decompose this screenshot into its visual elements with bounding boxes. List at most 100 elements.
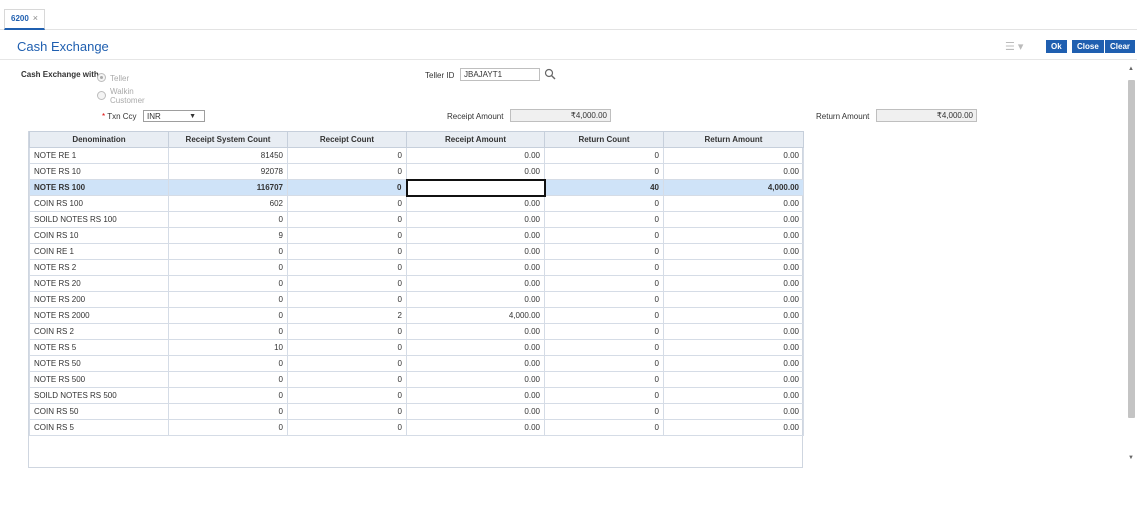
receipt-amount-cell[interactable]: 0.00 — [406, 243, 545, 260]
close-button[interactable]: Close — [1072, 40, 1104, 53]
table-row[interactable]: NOTE RS 20 0 0 0.00 0 0.00 — [29, 275, 804, 292]
receipt-count-cell[interactable]: 0 — [287, 211, 407, 228]
receipt-count-cell[interactable]: 0 — [287, 355, 407, 372]
return-count-cell[interactable]: 40 — [544, 179, 664, 196]
return-count-cell[interactable]: 0 — [544, 275, 664, 292]
receipt-count-cell[interactable]: 0 — [287, 403, 407, 420]
clear-button[interactable]: Clear — [1105, 40, 1136, 53]
receipt-amount-cell[interactable]: 0.00 — [406, 387, 545, 404]
table-row[interactable]: NOTE RS 2000 0 2 4,000.00 0 0.00 — [29, 307, 804, 324]
menu-icon[interactable]: ☰ ▾ — [1005, 42, 1031, 53]
receipt-amount-cell[interactable]: 0.00 — [406, 195, 545, 212]
table-row[interactable]: COIN RS 2 0 0 0.00 0 0.00 — [29, 323, 804, 340]
return-count-cell[interactable]: 0 — [544, 211, 664, 228]
receipt-amount-cell[interactable]: 0.00 — [406, 163, 545, 180]
col-return-count[interactable]: Return Count — [544, 131, 664, 148]
tab-6200[interactable]: 6200 × — [4, 9, 46, 30]
receipt-count-cell[interactable]: 0 — [287, 339, 407, 356]
vertical-scrollbar[interactable]: ▲ ▼ — [1126, 66, 1136, 461]
table-row[interactable]: NOTE RE 1 81450 0 0.00 0 0.00 — [29, 147, 804, 164]
close-icon[interactable]: × — [33, 13, 38, 23]
scroll-thumb[interactable] — [1128, 80, 1135, 418]
return-count-cell[interactable]: 0 — [544, 259, 664, 276]
receipt-amount-cell[interactable]: 0.00 — [406, 355, 545, 372]
return-amount-cell: 0.00 — [663, 339, 804, 356]
chevron-down-icon: ▼ — [189, 113, 196, 120]
return-count-cell[interactable]: 0 — [544, 355, 664, 372]
return-amount-cell: 0.00 — [663, 371, 804, 388]
receipt-amount-cell[interactable]: 0.00 — [406, 227, 545, 244]
receipt-amount-cell[interactable]: 0.00 — [406, 259, 545, 276]
receipt-amount-cell[interactable]: 0.00 — [406, 275, 545, 292]
table-row[interactable]: NOTE RS 500 0 0 0.00 0 0.00 — [29, 371, 804, 388]
receipt-count-cell[interactable]: 0 — [287, 291, 407, 308]
receipt-amount-cell[interactable]: 0.00 — [406, 211, 545, 228]
return-count-cell[interactable]: 0 — [544, 339, 664, 356]
radio-teller[interactable] — [97, 73, 106, 82]
table-row[interactable]: NOTE RS 10 92078 0 0.00 0 0.00 — [29, 163, 804, 180]
return-amount-cell: 4,000.00 — [663, 179, 804, 196]
search-icon[interactable] — [544, 68, 556, 80]
receipt-amount-cell[interactable] — [405, 178, 546, 197]
receipt-count-cell[interactable]: 0 — [287, 323, 407, 340]
scroll-down-icon[interactable]: ▼ — [1126, 455, 1136, 461]
table-row[interactable]: NOTE RS 2 0 0 0.00 0 0.00 — [29, 259, 804, 276]
denomination-cell: NOTE RS 10 — [29, 163, 169, 180]
receipt-amount-cell[interactable]: 0.00 — [406, 371, 545, 388]
receipt-amount-cell[interactable]: 4,000.00 — [406, 307, 545, 324]
receipt-count-cell[interactable]: 2 — [287, 307, 407, 324]
return-count-cell[interactable]: 0 — [544, 403, 664, 420]
ok-button[interactable]: Ok — [1046, 40, 1067, 53]
receipt-count-cell[interactable]: 0 — [287, 259, 407, 276]
table-row[interactable]: NOTE RS 50 0 0 0.00 0 0.00 — [29, 355, 804, 372]
teller-id-field[interactable]: JBAJAYT1 — [460, 68, 540, 81]
receipt-amount-cell[interactable]: 0.00 — [406, 339, 545, 356]
return-count-cell[interactable]: 0 — [544, 163, 664, 180]
return-count-cell[interactable]: 0 — [544, 147, 664, 164]
return-count-cell[interactable]: 0 — [544, 195, 664, 212]
return-amount-label: Return Amount — [816, 112, 870, 121]
scroll-up-icon[interactable]: ▲ — [1126, 66, 1136, 72]
receipt-amount-cell[interactable]: 0.00 — [406, 419, 545, 436]
receipt-amount-cell[interactable]: 0.00 — [406, 323, 545, 340]
table-row[interactable]: SOILD NOTES RS 100 0 0 0.00 0 0.00 — [29, 211, 804, 228]
col-receipt-count[interactable]: Receipt Count — [287, 131, 407, 148]
col-receipt-system-count[interactable]: Receipt System Count — [168, 131, 288, 148]
table-row[interactable]: COIN RS 5 0 0 0.00 0 0.00 — [29, 419, 804, 436]
table-row[interactable]: COIN RS 10 9 0 0.00 0 0.00 — [29, 227, 804, 244]
table-row[interactable]: SOILD NOTES RS 500 0 0 0.00 0 0.00 — [29, 387, 804, 404]
receipt-count-cell[interactable]: 0 — [287, 243, 407, 260]
receipt-count-cell[interactable]: 0 — [287, 147, 407, 164]
return-count-cell[interactable]: 0 — [544, 323, 664, 340]
txn-ccy-select[interactable]: INR ▼ — [143, 110, 205, 122]
table-row[interactable]: NOTE RS 100 116707 0 40 4,000.00 — [29, 178, 804, 197]
col-denomination[interactable]: Denomination — [29, 131, 169, 148]
table-row[interactable]: COIN RS 50 0 0 0.00 0 0.00 — [29, 403, 804, 420]
receipt-count-cell[interactable]: 0 — [287, 163, 407, 180]
teller-id-label: Teller ID — [425, 71, 455, 80]
receipt-count-cell[interactable]: 0 — [287, 387, 407, 404]
return-count-cell[interactable]: 0 — [544, 371, 664, 388]
receipt-amount-cell[interactable]: 0.00 — [406, 403, 545, 420]
return-count-cell[interactable]: 0 — [544, 387, 664, 404]
receipt-count-cell[interactable]: 0 — [287, 195, 407, 212]
table-row[interactable]: NOTE RS 5 10 0 0.00 0 0.00 — [29, 339, 804, 356]
receipt-count-cell[interactable]: 0 — [287, 227, 407, 244]
return-count-cell[interactable]: 0 — [544, 307, 664, 324]
col-receipt-amount[interactable]: Receipt Amount — [406, 131, 545, 148]
return-count-cell[interactable]: 0 — [544, 419, 664, 436]
table-row[interactable]: COIN RE 1 0 0 0.00 0 0.00 — [29, 243, 804, 260]
receipt-count-cell[interactable]: 0 — [287, 419, 407, 436]
return-count-cell[interactable]: 0 — [544, 291, 664, 308]
col-return-amount[interactable]: Return Amount — [663, 131, 804, 148]
receipt-count-cell[interactable]: 0 — [287, 179, 407, 196]
return-count-cell[interactable]: 0 — [544, 227, 664, 244]
table-row[interactable]: NOTE RS 200 0 0 0.00 0 0.00 — [29, 291, 804, 308]
radio-walkin-customer[interactable] — [97, 91, 106, 100]
table-row[interactable]: COIN RS 100 602 0 0.00 0 0.00 — [29, 195, 804, 212]
receipt-count-cell[interactable]: 0 — [287, 371, 407, 388]
receipt-count-cell[interactable]: 0 — [287, 275, 407, 292]
receipt-amount-cell[interactable]: 0.00 — [406, 291, 545, 308]
receipt-amount-cell[interactable]: 0.00 — [406, 147, 545, 164]
return-count-cell[interactable]: 0 — [544, 243, 664, 260]
